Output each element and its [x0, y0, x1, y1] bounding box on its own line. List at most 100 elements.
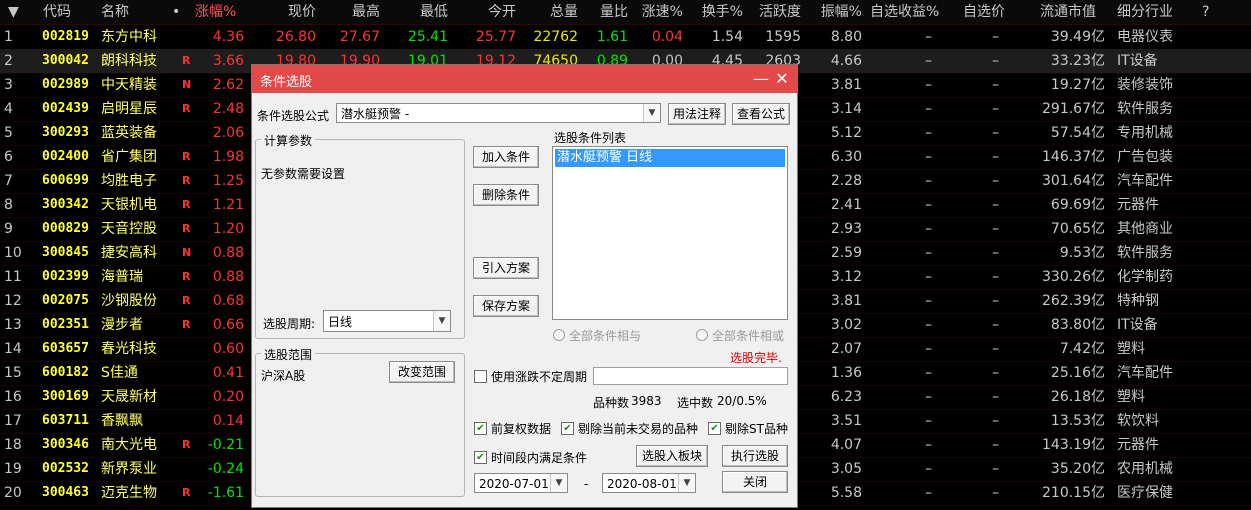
usage-notes-button[interactable]: 用法注释 [668, 103, 726, 125]
col-open[interactable]: 今开 [448, 0, 516, 24]
exclude-st-label: 剔除ST品种 [725, 422, 788, 436]
vol-ratio: 1.61 [596, 29, 628, 45]
badge-marker: R [182, 102, 191, 115]
period-satisfy-checkbox[interactable]: ✔ [474, 451, 487, 464]
col-volume[interactable]: 总量 [516, 0, 578, 24]
col-industry[interactable]: 细分行业 [1117, 0, 1197, 24]
fav-return: – [925, 317, 932, 333]
col-name[interactable]: 名称 [101, 0, 151, 24]
close-button[interactable]: 关闭 [722, 471, 788, 493]
count-label: 品种数 [593, 396, 630, 410]
period-select[interactable]: 日线 ▼ [323, 310, 451, 332]
change-pct: 1.21 [212, 197, 244, 213]
col-fav-price[interactable]: 自选价 [963, 0, 1013, 24]
col-turnover[interactable]: 换手% [683, 0, 743, 24]
fav-return: – [925, 341, 932, 357]
col-speed[interactable]: 涨速% [628, 0, 683, 24]
exclude-st-checkbox[interactable]: ✔ [708, 422, 721, 435]
stock-name: 蓝英装备 [101, 125, 157, 141]
change-pct: 0.88 [212, 245, 244, 261]
market-cap: 143.19亿 [1042, 437, 1105, 453]
col-vol-ratio[interactable]: 量比 [578, 0, 628, 24]
radio-all-or[interactable] [696, 329, 708, 341]
badge-marker: R [182, 150, 191, 163]
badge-marker: R [182, 438, 191, 451]
market-cap: 33.23亿 [1050, 53, 1105, 69]
fav-return: – [925, 149, 932, 165]
open: 25.77 [475, 29, 516, 45]
adjust-label: 前复权数据 [491, 422, 552, 436]
save-scheme-button[interactable]: 保存方案 [473, 295, 539, 317]
change-pct: 0.66 [212, 317, 244, 333]
delete-condition-button[interactable]: 删除条件 [473, 184, 539, 206]
condition-list[interactable]: 潜水艇预警 日线 [552, 146, 788, 320]
stock-name: 朗科科技 [101, 53, 157, 69]
use-period-checkbox[interactable] [474, 370, 487, 383]
chevron-down-icon[interactable]: ▼ [433, 311, 450, 331]
chevron-down-icon[interactable]: ▼ [643, 104, 660, 122]
col-activity[interactable]: 活跃度 [743, 0, 801, 24]
import-scheme-button[interactable]: 引入方案 [473, 257, 539, 279]
market-cap: 26.18亿 [1050, 389, 1105, 405]
adjust-checkbox[interactable]: ✔ [474, 422, 487, 435]
row-index: 4 [4, 101, 13, 117]
market-cap: 69.69亿 [1050, 197, 1105, 213]
chevron-down-icon[interactable]: ▼ [678, 474, 695, 492]
period-input[interactable] [593, 367, 788, 385]
execute-select-button[interactable]: 执行选股 [722, 445, 788, 467]
table-row[interactable]: 1 002819 东方中科 4.36 26.80 27.67 25.41 25.77 22762… [0, 25, 1251, 50]
col-change-pct[interactable]: 涨幅% [195, 0, 247, 24]
change-scope-button[interactable]: 改变范围 [389, 361, 455, 383]
change-pct: 3.66 [212, 53, 244, 69]
industry: 电器仪表 [1117, 29, 1173, 45]
row-index: 20 [4, 485, 22, 501]
market-cap: 13.53亿 [1050, 413, 1105, 429]
amplitude: 3.02 [830, 317, 862, 333]
col-low[interactable]: 最低 [380, 0, 448, 24]
fav-return: – [925, 245, 932, 261]
industry: 农用机械 [1117, 461, 1173, 477]
add-to-block-button[interactable]: 选股入板块 [636, 445, 708, 467]
stock-code: 002399 [42, 269, 89, 284]
help-icon[interactable]: ? [1202, 0, 1214, 24]
add-condition-button[interactable]: 加入条件 [473, 146, 539, 168]
fav-price: – [992, 365, 999, 381]
col-amplitude[interactable]: 振幅% [806, 0, 862, 24]
stock-code: 300463 [42, 485, 89, 500]
row-index: 12 [4, 293, 22, 309]
col-code[interactable]: 代码 [43, 0, 93, 24]
sort-arrow-icon[interactable]: ▼ [8, 0, 24, 24]
col-price[interactable]: 现价 [250, 0, 316, 24]
col-market-cap[interactable]: 流通市值 [1040, 0, 1106, 24]
stock-code: 002351 [42, 317, 89, 332]
formula-select[interactable]: 潜水艇预警 - ▼ [336, 103, 661, 123]
badge-marker: R [182, 270, 191, 283]
view-formula-button[interactable]: 查看公式 [732, 103, 790, 125]
condition-list-item[interactable]: 潜水艇预警 日线 [555, 149, 785, 167]
col-fav-return[interactable]: 自选收益% [870, 0, 950, 24]
industry: 其他商业 [1117, 221, 1173, 237]
status-text: 选股完毕. [730, 351, 782, 365]
minimize-icon[interactable]: — [750, 68, 772, 90]
col-dot[interactable]: • [172, 0, 184, 24]
period-value: 日线 [328, 315, 353, 329]
radio-all-and[interactable] [553, 329, 565, 341]
change-pct: -1.61 [207, 485, 244, 501]
row-index: 3 [4, 77, 13, 93]
condition-select-dialog: 条件选股 — ✕ 条件选股公式 潜水艇预警 - ▼ 用法注释 查看公式 计算参数… [251, 64, 798, 508]
stock-code: 002532 [42, 461, 89, 476]
chevron-down-icon[interactable]: ▼ [550, 474, 567, 492]
exclude-halt-checkbox[interactable]: ✔ [561, 422, 574, 435]
market-cap: 70.65亿 [1050, 221, 1105, 237]
amplitude: 2.41 [830, 197, 862, 213]
change-pct: -0.24 [207, 461, 244, 477]
stock-code: 300342 [42, 197, 89, 212]
date-from-select[interactable]: 2020-07-01 ▼ [474, 473, 568, 493]
stock-code: 600699 [42, 173, 89, 188]
stock-name: 东方中科 [101, 29, 157, 45]
dialog-titlebar[interactable]: 条件选股 — ✕ [252, 65, 797, 93]
date-to-select[interactable]: 2020-08-01 ▼ [602, 473, 696, 493]
stock-name: 天晟新材 [101, 389, 157, 405]
col-high[interactable]: 最高 [316, 0, 380, 24]
close-icon[interactable]: ✕ [771, 68, 793, 90]
